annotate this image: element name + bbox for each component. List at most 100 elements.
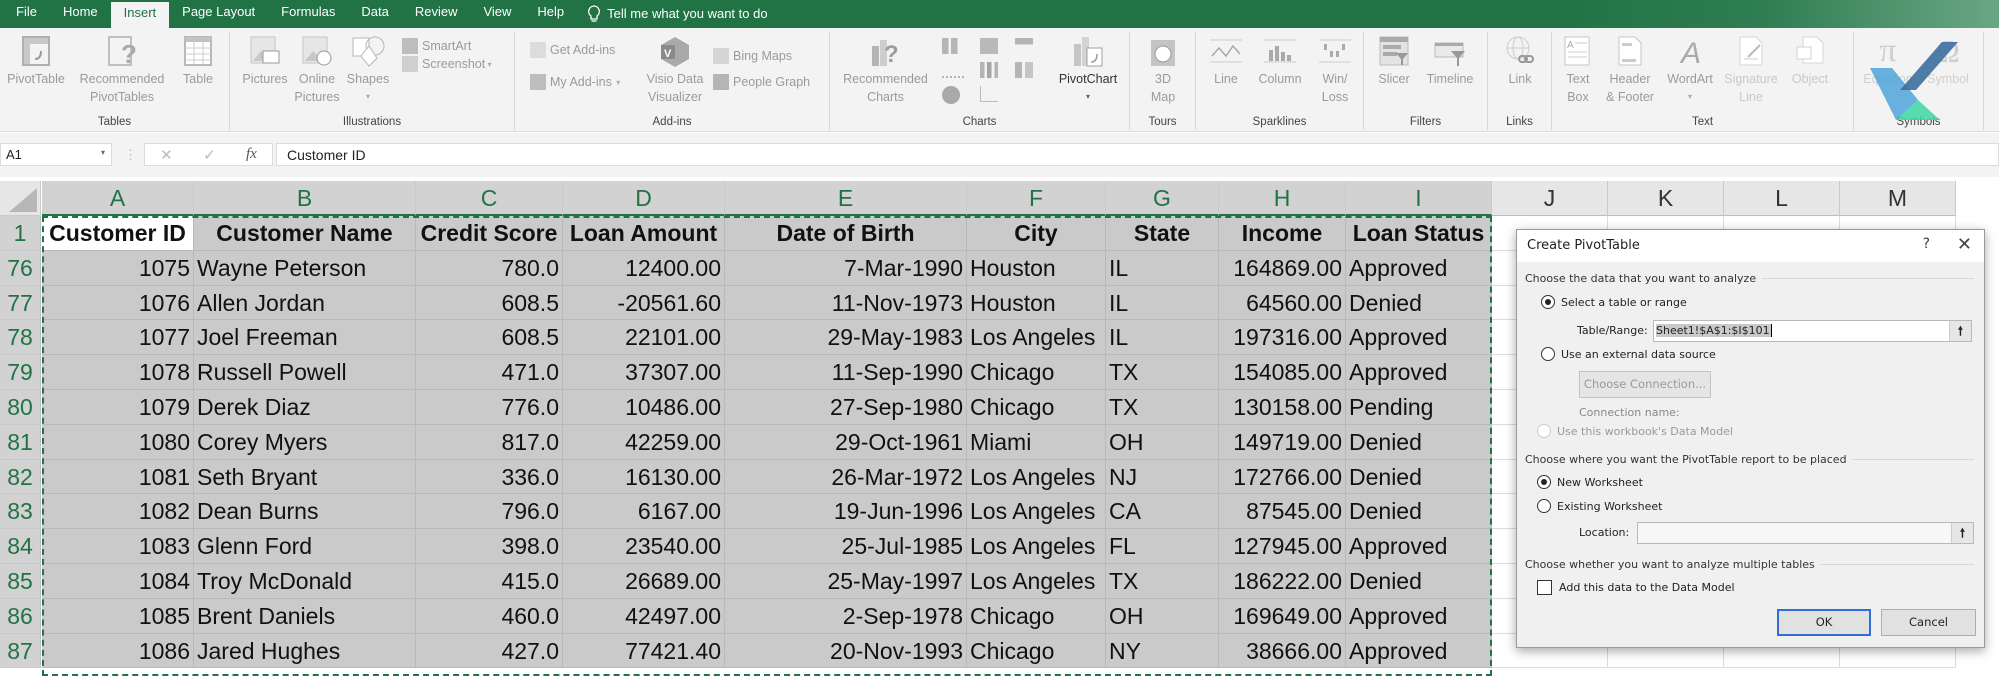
smartart-button[interactable]: SmartArt [402,38,471,54]
table-cell[interactable]: 26689.00 [563,564,725,599]
checkbox-box[interactable] [1537,580,1552,595]
tab-file[interactable]: File [0,0,50,28]
table-cell[interactable]: 1084 [42,564,194,599]
radio-existing-worksheet[interactable]: Existing Worksheet [1537,499,1662,513]
table-cell[interactable]: -20561.60 [563,285,725,321]
table-cell[interactable]: Houston [967,250,1106,286]
tab-insert[interactable]: Insert [110,2,170,28]
table-cell[interactable]: IL [1106,285,1219,321]
table-cell[interactable]: 2-Sep-1978 [725,598,967,634]
table-cell[interactable]: Approved [1346,529,1492,564]
close-icon[interactable]: ✕ [1957,234,1972,255]
table-cell[interactable]: 22101.00 [563,320,725,356]
ok-button[interactable]: OK [1777,609,1871,636]
table-cell[interactable]: Allen Jordan [194,285,416,321]
radio-data-model[interactable]: Use this workbook's Data Model [1537,424,1733,438]
table-cell[interactable]: Jared Hughes [194,633,416,669]
table-cell[interactable]: 127945.00 [1219,529,1346,564]
table-cell[interactable]: 12400.00 [563,250,725,286]
tab-help[interactable]: Help [524,0,577,28]
table-cell[interactable]: Denied [1346,494,1492,530]
table-cell[interactable]: Chicago [967,598,1106,634]
table-cell[interactable]: 169649.00 [1219,598,1346,634]
table-cell[interactable]: FL [1106,529,1219,564]
table-cell[interactable]: 1075 [42,250,194,286]
table-cell[interactable]: Corey Myers [194,424,416,460]
slicer-button[interactable]: Slicer [1372,34,1416,88]
table-cell[interactable]: 1079 [42,390,194,425]
table-cell[interactable]: 19-Jun-1996 [725,494,967,530]
table-cell[interactable]: 460.0 [416,598,563,634]
insert-function-icon[interactable]: fx [246,146,257,163]
header-cell[interactable]: Loan Amount [563,216,725,251]
tab-review[interactable]: Review [402,0,471,28]
table-cell[interactable]: 37307.00 [563,355,725,390]
radio-select-range[interactable]: Select a table or range [1541,295,1687,309]
row-header[interactable]: 86 [0,598,41,634]
table-cell[interactable]: Approved [1346,598,1492,634]
row-header[interactable]: 77 [0,285,41,321]
row-header[interactable]: 1 [0,216,41,251]
table-cell[interactable]: NY [1106,633,1219,669]
table-cell[interactable]: 427.0 [416,633,563,669]
table-cell[interactable]: Brent Daniels [194,598,416,634]
table-cell[interactable]: IL [1106,320,1219,356]
table-cell[interactable]: 23540.00 [563,529,725,564]
column-header-g[interactable]: G [1106,181,1219,216]
table-cell[interactable]: Approved [1346,633,1492,669]
table-cell[interactable]: 64560.00 [1219,285,1346,321]
row-header[interactable]: 76 [0,250,41,286]
table-cell[interactable]: Approved [1346,250,1492,286]
table-cell[interactable]: 336.0 [416,459,563,495]
table-cell[interactable]: 172766.00 [1219,459,1346,495]
table-cell[interactable]: 1085 [42,598,194,634]
tab-home[interactable]: Home [50,0,111,28]
header-cell[interactable]: Customer Name [194,216,416,251]
people-graph-button[interactable]: People Graph [713,74,810,90]
table-cell[interactable]: 197316.00 [1219,320,1346,356]
3d-map-button[interactable]: 3D Map [1138,34,1188,106]
table-range-input[interactable]: Sheet1!$A$1:$I$101 🠕 [1653,320,1972,342]
table-cell[interactable]: Los Angeles [967,494,1106,530]
column-header-f[interactable]: F [967,181,1106,216]
table-cell[interactable]: 186222.00 [1219,564,1346,599]
radio-empty-dot[interactable] [1541,347,1555,361]
column-header-b[interactable]: B [194,181,416,216]
online-pictures-button[interactable]: Online Pictures [292,34,342,106]
object-button[interactable]: Object [1784,34,1836,88]
collapse-dialog-icon[interactable]: 🠕 [1951,523,1973,543]
table-cell[interactable]: TX [1106,564,1219,599]
table-cell[interactable]: Wayne Peterson [194,250,416,286]
pictures-button[interactable]: Pictures [240,34,290,88]
column-header-m[interactable]: M [1840,181,1956,216]
radio-selected-dot[interactable] [1537,475,1551,489]
table-cell[interactable]: TX [1106,390,1219,425]
table-cell[interactable]: 25-Jul-1985 [725,529,967,564]
table-cell[interactable]: Chicago [967,633,1106,669]
table-cell[interactable]: Approved [1346,355,1492,390]
table-cell[interactable]: Troy McDonald [194,564,416,599]
table-cell[interactable]: 1081 [42,459,194,495]
table-cell[interactable]: Approved [1346,320,1492,356]
scatter-chart-gallery-button[interactable] [980,86,998,102]
table-cell[interactable]: Chicago [967,355,1106,390]
table-cell[interactable]: 1077 [42,320,194,356]
table-cell[interactable]: Derek Diaz [194,390,416,425]
table-cell[interactable]: Los Angeles [967,529,1106,564]
table-cell[interactable]: Los Angeles [967,320,1106,356]
screenshot-button[interactable]: Screenshot ▾ [402,56,491,72]
table-cell[interactable]: Dean Burns [194,494,416,530]
row-header[interactable]: 83 [0,494,41,530]
column-header-d[interactable]: D [563,181,725,216]
table-cell[interactable]: 10486.00 [563,390,725,425]
row-header[interactable]: 82 [0,459,41,495]
pie-chart-gallery-button[interactable] [942,86,960,104]
my-addins-button[interactable]: My Add-ins ▾ [530,74,620,90]
recommended-charts-button[interactable]: ? Recommended Charts [838,34,933,106]
sparkline-winloss-button[interactable]: Win/ Loss [1312,34,1358,106]
table-cell[interactable]: 1080 [42,424,194,460]
table-cell[interactable]: 29-May-1983 [725,320,967,356]
hierarchy-chart-gallery-button[interactable] [980,38,998,54]
table-cell[interactable]: Denied [1346,459,1492,495]
table-cell[interactable]: Los Angeles [967,564,1106,599]
